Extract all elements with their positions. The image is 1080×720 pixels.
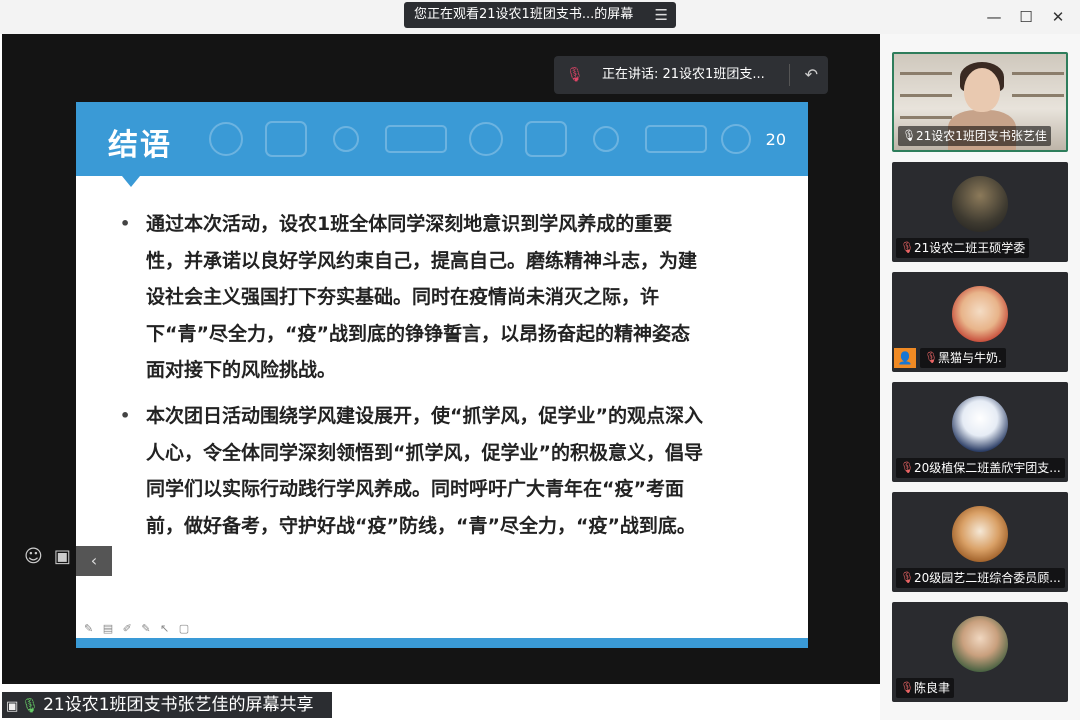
slide-bullet: • 通过本次活动，设农1班全体同学深刻地意识到学风养成的重要性，并承诺以良好学风… xyxy=(120,206,706,389)
slide-bullet: • 本次团日活动围绕学风建设展开，使“抓学风，促学业”的观点深入人心，令全体同学… xyxy=(120,398,706,544)
screen-share-icon: ▣ xyxy=(6,699,19,714)
watching-banner[interactable]: 您正在观看21设农1班团支书...的屏幕 ☰ xyxy=(404,2,676,28)
participant-tile[interactable]: 🎙 陈良聿 xyxy=(892,602,1068,702)
left-toolbar: ☺ ▣ xyxy=(24,546,77,567)
emoji-icon[interactable]: ☺ xyxy=(24,546,43,567)
participant-name: 🎙 21设农二班王硕学委 xyxy=(896,238,1030,258)
avatar xyxy=(952,286,1008,342)
slide-toolbar[interactable]: ✎ ▤ ✐ ✎ ↖ ▢ xyxy=(84,622,192,635)
minimize-icon[interactable]: — xyxy=(982,6,1006,28)
bullet-dot: • xyxy=(120,406,131,425)
presentation-slide: 结语 20 • 通过本次活动，设农1班全体同学深刻地意识到学风养成的重要性，并承… xyxy=(76,102,808,648)
screen-share-bar[interactable]: ▣ 🎙 21设农1班团支书张艺佳的屏幕共享 xyxy=(2,692,332,718)
mic-muted-icon: 🎙 xyxy=(900,241,914,254)
participant-tile[interactable]: 🎙 20级植保二班盖欣宇团支... xyxy=(892,382,1068,482)
close-icon[interactable]: ✕ xyxy=(1046,6,1070,28)
header-pattern xyxy=(209,121,751,157)
screen-share-label: 21设农1班团支书张艺佳的屏幕共享 xyxy=(43,695,314,715)
bullet-text: 通过本次活动，设农1班全体同学深刻地意识到学风养成的重要性，并承诺以良好学风约束… xyxy=(146,213,698,381)
shared-screen-stage: 🎙 正在讲话: 21设农1班团支... ↶ 结语 20 • 通过本次活动，设农1… xyxy=(2,34,880,684)
participant-name: 🎙 陈良聿 xyxy=(896,678,955,698)
mic-muted-icon: 🎙 xyxy=(566,67,584,83)
back-arrow-icon[interactable]: ↶ xyxy=(805,56,818,94)
slide-page-number: 20 xyxy=(765,130,786,149)
window-titlebar: 您正在观看21设农1班团支书...的屏幕 ☰ — ☐ ✕ xyxy=(0,0,1080,34)
speaking-label: 正在讲话: 21设农1班团支... xyxy=(602,67,765,82)
avatar xyxy=(952,176,1008,232)
mic-muted-icon: 🎙 xyxy=(924,351,938,364)
chat-icon[interactable]: ▣ xyxy=(54,546,71,567)
mic-muted-icon: 🎙 xyxy=(900,571,914,584)
slide-title: 结语 xyxy=(108,128,172,163)
participants-panel: 🎙 21设农1班团支书张艺佳 🎙 21设农二班王硕学委 👤 🎙 黑猫与牛奶. 🎙 20级… xyxy=(880,34,1080,720)
bullet-dot: • xyxy=(120,214,131,233)
user-badge-icon: 👤 xyxy=(894,348,916,368)
participant-name: 🎙 20级园艺二班综合委员顾... xyxy=(896,568,1065,588)
avatar xyxy=(952,616,1008,672)
avatar xyxy=(952,396,1008,452)
mic-icon: 🎙 xyxy=(21,698,40,714)
person-head xyxy=(964,68,1000,112)
watching-banner-text: 您正在观看21设农1班团支书...的屏幕 xyxy=(414,7,634,22)
maximize-icon[interactable]: ☐ xyxy=(1014,6,1038,28)
mic-muted-icon: 🎙 xyxy=(900,461,914,474)
participant-tile[interactable]: 👤 🎙 黑猫与牛奶. xyxy=(892,272,1068,372)
participant-tile[interactable]: 🎙 20级园艺二班综合委员顾... xyxy=(892,492,1068,592)
header-notch xyxy=(122,176,140,187)
mic-muted-icon: 🎙 xyxy=(900,681,914,694)
slide-footer-bar xyxy=(76,638,808,648)
participant-tile[interactable]: 🎙 21设农1班团支书张艺佳 xyxy=(892,52,1068,152)
mic-icon: 🎙 xyxy=(902,129,916,142)
avatar xyxy=(952,506,1008,562)
divider xyxy=(789,64,790,86)
collapse-button[interactable]: ‹ xyxy=(76,546,112,576)
participant-name: 🎙 黑猫与牛奶. xyxy=(920,348,1006,368)
participant-tile[interactable]: 🎙 21设农二班王硕学委 xyxy=(892,162,1068,262)
participant-name: 🎙 21设农1班团支书张艺佳 xyxy=(898,126,1051,146)
participant-name: 🎙 20级植保二班盖欣宇团支... xyxy=(896,458,1065,478)
bullet-text: 本次团日活动围绕学风建设展开，使“抓学风，促学业”的观点深入人心，令全体同学深刻… xyxy=(146,405,703,537)
speaking-indicator: 🎙 正在讲话: 21设农1班团支... ↶ xyxy=(554,56,828,94)
menu-icon[interactable]: ☰ xyxy=(655,2,668,28)
slide-header: 结语 20 xyxy=(76,102,808,176)
